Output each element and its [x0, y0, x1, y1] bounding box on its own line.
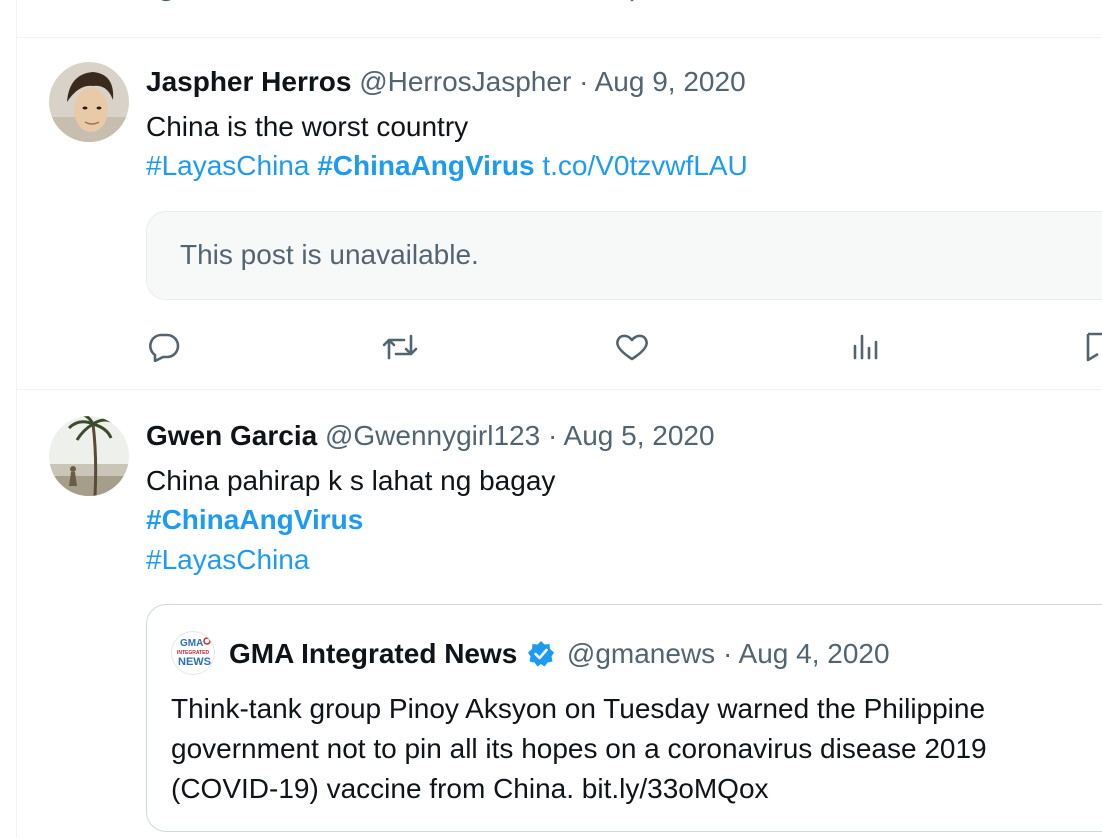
separator-dot: · — [722, 638, 733, 669]
quoted-tweet-card[interactable]: GMA INTEGRATED NEWS GMA Integrated News … — [146, 604, 1102, 832]
like-icon[interactable] — [614, 332, 650, 362]
previous-tweet-actions — [0, 0, 1102, 12]
avatar[interactable] — [49, 62, 129, 142]
tweet-date[interactable]: Aug 5, 2020 — [564, 420, 715, 451]
tweet-divider — [17, 37, 1102, 38]
separator-dot: · — [579, 66, 589, 97]
logo-text-news: NEWS — [178, 656, 211, 668]
tweet-hashtags: #LayasChina #ChinaAngVirus t.co/V0tzvwfL… — [146, 149, 748, 183]
like-icon[interactable] — [616, 0, 648, 12]
views-icon[interactable] — [852, 0, 880, 12]
quoted-author-name[interactable]: GMA Integrated News — [229, 638, 517, 669]
reply-icon[interactable] — [150, 0, 182, 12]
verified-badge-icon — [528, 641, 555, 667]
quoted-tweet-date[interactable]: Aug 4, 2020 — [739, 638, 890, 669]
reply-icon[interactable] — [147, 332, 181, 362]
author-name[interactable]: Gwen Garcia — [146, 420, 317, 451]
logo-text-gma: GMA — [180, 638, 203, 649]
tweet-date[interactable]: Aug 9, 2020 — [595, 66, 746, 97]
author-handle[interactable]: @HerrosJaspher — [359, 66, 571, 97]
hashtag-layaschina[interactable]: #LayasChina — [146, 543, 309, 577]
tweet-text: China is the worst country — [146, 111, 469, 142]
bookmark-icon[interactable] — [1084, 332, 1102, 362]
hashtag-layaschina[interactable]: #LayasChina — [146, 150, 309, 181]
timeline-left-border — [16, 0, 17, 838]
avatar[interactable] — [49, 416, 129, 496]
quoted-tweet-header: GMA Integrated News @gmanews · Aug 4, 20… — [229, 637, 890, 671]
quoted-tweet-text: Think-tank group Pinoy Aksyon on Tuesday… — [171, 693, 987, 804]
tweet-header: Gwen Garcia @Gwennygirl123 · Aug 5, 2020 — [146, 419, 715, 453]
hashtag-chinaangvirus[interactable]: #ChinaAngVirus — [146, 503, 363, 537]
author-handle[interactable]: @Gwennygirl123 — [325, 420, 540, 451]
tweet-header: Jaspher Herros @HerrosJaspher · Aug 9, 2… — [146, 65, 746, 99]
tweet-divider — [17, 389, 1102, 390]
gma-news-logo[interactable]: GMA INTEGRATED NEWS — [171, 631, 215, 675]
author-name[interactable]: Jaspher Herros — [146, 66, 351, 97]
repost-icon[interactable] — [380, 332, 420, 362]
unavailable-post-card: This post is unavailable. — [146, 211, 1102, 300]
separator-dot: · — [547, 420, 558, 451]
hashtag-chinaangvirus[interactable]: #ChinaAngVirus — [317, 150, 534, 181]
tweet-text: China pahirap k s lahat ng bagay — [146, 465, 556, 496]
tweet-link[interactable]: t.co/V0tzvwfLAU — [542, 150, 747, 181]
bookmark-icon[interactable] — [1086, 0, 1102, 12]
views-icon[interactable] — [850, 332, 884, 362]
unavailable-text: This post is unavailable. — [180, 239, 479, 270]
quoted-author-handle[interactable]: @gmanews — [567, 638, 715, 669]
repost-icon[interactable] — [384, 0, 420, 12]
